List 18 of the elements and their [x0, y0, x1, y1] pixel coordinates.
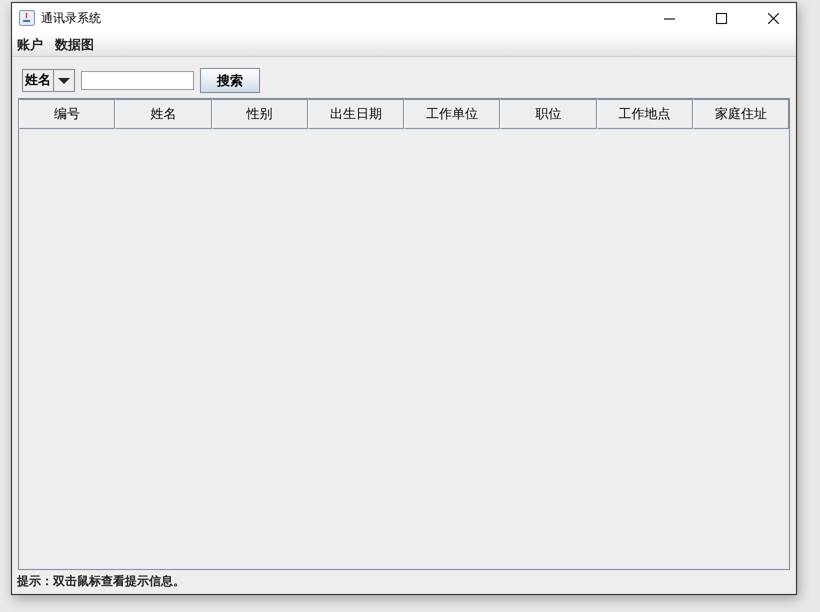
status-hint: 提示：双击鼠标查看提示信息。 — [16, 573, 186, 590]
search-field[interactable] — [81, 71, 194, 90]
column-header[interactable]: 职位 — [500, 99, 596, 129]
column-header[interactable]: 编号 — [19, 99, 116, 129]
field-dropdown[interactable]: 姓名 — [22, 69, 75, 92]
maximize-icon — [716, 12, 726, 24]
menu-item[interactable]: 数据图 — [55, 36, 94, 54]
column-header[interactable]: 出生日期 — [308, 99, 404, 129]
column-header[interactable]: 姓名 — [115, 99, 212, 129]
menu-item[interactable]: 账户 — [17, 36, 43, 54]
window-title: 通讯录系统 — [41, 10, 102, 26]
column-header[interactable]: 工作单位 — [404, 99, 500, 129]
column-header[interactable]: 工作地点 — [596, 99, 693, 129]
search-button[interactable]: 搜索 — [200, 68, 260, 93]
column-header[interactable]: 家庭住址 — [692, 99, 789, 129]
caret-icon — [58, 78, 70, 84]
column-header[interactable]: 性别 — [212, 99, 308, 129]
close-icon — [768, 12, 778, 24]
